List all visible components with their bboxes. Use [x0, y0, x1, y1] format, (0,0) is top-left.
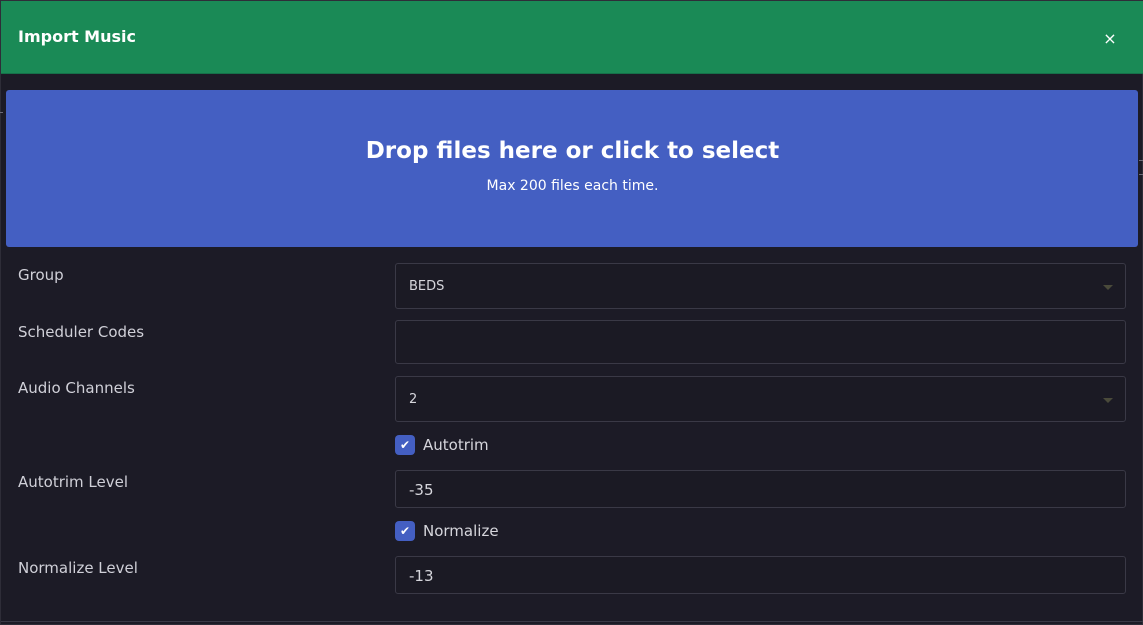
modal-divider	[1, 621, 1143, 622]
group-select-value: BEDS	[409, 279, 445, 294]
normalize-level-input[interactable]: -13	[395, 556, 1126, 594]
autotrim-level-input[interactable]: -35	[395, 470, 1126, 508]
audio-channels-select[interactable]: 2	[395, 376, 1126, 422]
autotrim-level-label: Autotrim Level	[18, 473, 129, 491]
group-select[interactable]: BEDS	[395, 263, 1126, 309]
import-music-modal: Import Music × Drop files here or click …	[0, 0, 1143, 625]
background-edge-mark	[1139, 174, 1143, 175]
autotrim-label[interactable]: Autotrim	[423, 436, 489, 454]
modal-title: Import Music	[18, 27, 136, 46]
scheduler-codes-label: Scheduler Codes	[18, 323, 145, 341]
scheduler-codes-input[interactable]	[395, 320, 1126, 364]
file-dropzone[interactable]	[6, 90, 1138, 247]
dropzone-subtitle: Max 200 files each time.	[486, 178, 659, 194]
modal-header: Import Music ×	[1, 1, 1143, 74]
group-label: Group	[18, 266, 64, 284]
autotrim-checkbox[interactable]: ✔	[395, 435, 415, 455]
close-icon[interactable]: ×	[1098, 27, 1122, 51]
normalize-checkbox[interactable]: ✔	[395, 521, 415, 541]
normalize-level-value: -13	[409, 567, 434, 585]
normalize-label[interactable]: Normalize	[423, 522, 499, 540]
normalize-level-label: Normalize Level	[18, 559, 138, 577]
chevron-down-icon	[1103, 285, 1113, 290]
audio-channels-label: Audio Channels	[18, 379, 135, 397]
background-edge-mark	[1139, 160, 1143, 161]
audio-channels-value: 2	[409, 392, 418, 407]
autotrim-level-value: -35	[409, 481, 434, 499]
chevron-down-icon	[1103, 398, 1113, 403]
background-edge-mark	[0, 112, 3, 113]
dropzone-title: Drop files here or click to select	[365, 138, 780, 164]
